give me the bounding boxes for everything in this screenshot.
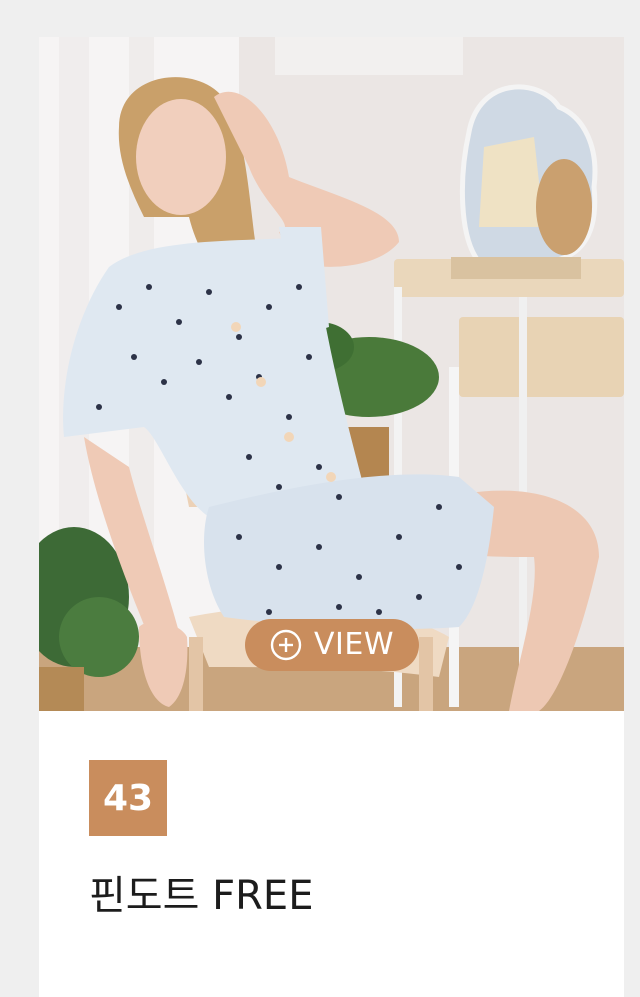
product-card[interactable]: VIEW 43 핀도트 FREE [39, 37, 624, 997]
plus-circle-icon [270, 629, 302, 661]
view-button[interactable]: VIEW [245, 619, 419, 671]
product-photo[interactable]: VIEW [39, 37, 624, 711]
product-title[interactable]: 핀도트 FREE [89, 863, 313, 921]
view-button-label: VIEW [314, 627, 394, 662]
product-number-badge: 43 [89, 760, 167, 836]
